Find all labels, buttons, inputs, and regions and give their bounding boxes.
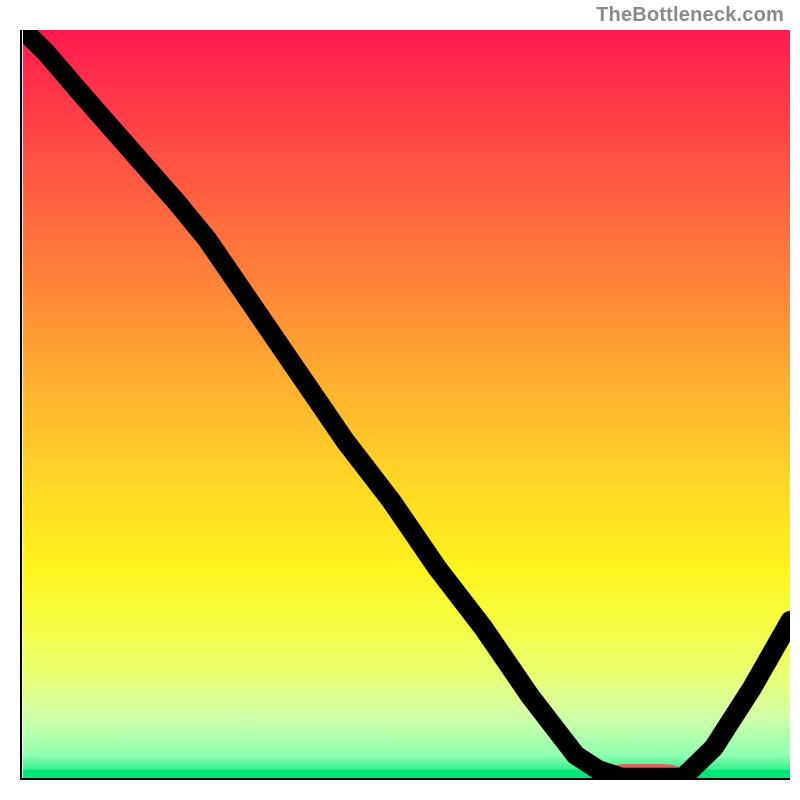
bottleneck-curve (23, 30, 791, 778)
chart-svg (23, 30, 791, 778)
watermark-text: TheBottleneck.com (596, 4, 784, 27)
chart-page: { "watermark": "TheBottleneck.com", "cha… (0, 0, 800, 800)
plot-area (23, 30, 791, 778)
